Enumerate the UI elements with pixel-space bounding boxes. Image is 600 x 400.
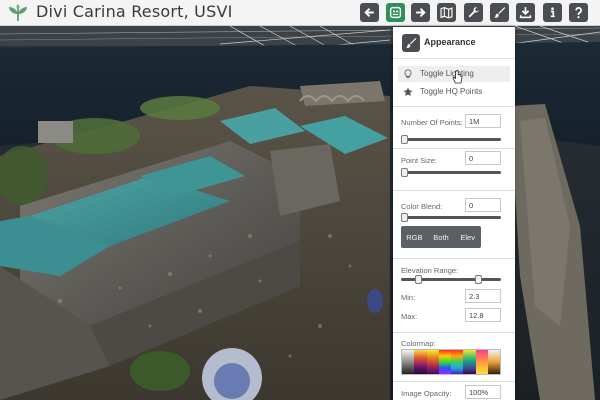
leaf-logo-icon [9,4,27,22]
tools-button[interactable] [464,3,483,22]
info-icon [550,7,555,18]
colormap-gray[interactable] [402,350,415,374]
colormap-plasma[interactable] [426,350,439,374]
app-title: Divi Carina Resort, USVI [36,2,233,21]
appearance-button[interactable] [386,3,405,22]
image-opacity-label: Image Opacity: [401,389,452,398]
separator [393,332,515,333]
toggle-hq-points-label: Toggle HQ Points [420,87,483,96]
colormap-label: Colormap: [401,339,436,348]
colormap-swatches [401,349,501,375]
slider-thumb[interactable] [401,135,408,144]
slider-track [401,171,501,174]
colormap-warm[interactable] [475,350,488,374]
map-button[interactable] [437,3,456,22]
color-mode-elev[interactable]: Elev [454,226,481,248]
color-blend-label: Color Blend: [401,202,443,211]
point-size-input[interactable]: 0 [465,151,501,165]
colormap-spectral[interactable] [451,350,464,374]
color-mode-rgb[interactable]: RGB [401,226,428,248]
slider-thumb[interactable] [401,168,408,177]
lightbulb-icon [404,69,412,79]
panel-header: Appearance [393,27,515,59]
image-opacity-input[interactable]: 100% [465,385,501,399]
color-mode-both[interactable]: Both [428,226,455,248]
panel-title: Appearance [424,37,476,47]
elevation-min-input[interactable]: 2.3 [465,289,501,303]
appearance-icon [389,6,402,19]
number-of-points-slider[interactable] [401,135,501,145]
slider-track [401,216,501,219]
forward-button[interactable] [411,3,430,22]
download-icon [519,7,532,19]
back-button[interactable] [360,3,379,22]
separator [393,381,515,382]
separator [393,190,515,191]
elevation-range-label: Elevation Range: [401,266,459,275]
map-icon [440,6,453,19]
elevation-range-slider[interactable] [401,275,501,285]
separator [393,258,515,259]
info-button[interactable] [543,3,562,22]
number-of-points-input[interactable]: 1M [465,114,501,128]
point-size-slider[interactable] [401,168,501,178]
elevation-min-thumb[interactable] [415,275,422,284]
download-button[interactable] [516,3,535,22]
wrench-icon [468,7,479,18]
color-blend-slider[interactable] [401,213,501,223]
slider-track [401,138,501,141]
separator [393,148,515,149]
brush-icon [402,34,420,52]
colormap-rainbow[interactable] [438,350,451,374]
separator [393,106,515,107]
arrow-left-icon [364,8,374,17]
help-button[interactable] [569,3,588,22]
elevation-max-thumb[interactable] [475,275,482,284]
point-size-label: Point Size: [401,156,437,165]
mouse-pointer-icon [452,70,463,84]
elevation-min-label: Min: [401,293,416,302]
colormap-copper[interactable] [487,350,500,374]
top-bar: Divi Carina Resort, USVI [0,0,600,26]
arrow-right-icon [416,8,426,17]
colormap-viridis[interactable] [463,350,476,374]
color-blend-input[interactable]: 0 [465,198,501,212]
star-icon [403,87,413,96]
slider-thumb[interactable] [401,213,408,222]
brush-icon [494,7,506,18]
toggle-lighting-label: Toggle Lighting [420,69,474,78]
toggle-hq-points-item[interactable]: Toggle HQ Points [398,84,510,100]
colormap-inferno[interactable] [414,350,427,374]
elevation-max-input[interactable]: 12.8 [465,308,501,322]
brush-button[interactable] [490,3,509,22]
number-of-points-label: Number Of Points: [401,118,463,127]
elevation-max-label: Max: [401,312,418,321]
help-icon [575,7,582,19]
color-mode-toggle: RGB Both Elev [401,226,481,248]
